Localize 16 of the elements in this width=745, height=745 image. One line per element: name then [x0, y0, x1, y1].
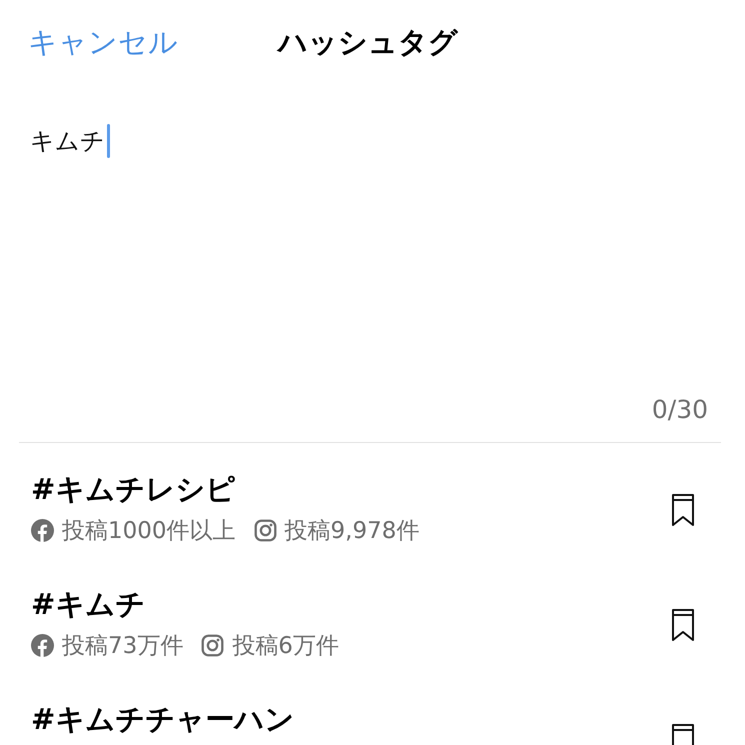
hashtag-title[interactable]: #キムチレシピ [31, 471, 430, 507]
hashtag-title[interactable]: #キムチ [31, 586, 349, 622]
instagram-icon [201, 634, 224, 657]
screen-title: ハッシュタグ [278, 24, 458, 61]
hashtag-title[interactable]: #キムチチャーハン [31, 701, 294, 737]
post-count: 投稿9,978件 [284, 517, 420, 546]
bookmark-icon[interactable] [671, 608, 695, 642]
bookmark-icon[interactable] [671, 493, 695, 527]
facebook-icon [31, 634, 54, 657]
input-field[interactable]: キムチ [30, 121, 110, 161]
post-count: 投稿6万件 [232, 632, 339, 661]
facebook-icon [31, 519, 54, 542]
character-counter: 0/30 [650, 395, 709, 424]
instagram-icon [254, 519, 277, 542]
post-count: 投稿73万件 [62, 632, 184, 661]
post-count: 投稿1000件以上 [62, 517, 236, 546]
